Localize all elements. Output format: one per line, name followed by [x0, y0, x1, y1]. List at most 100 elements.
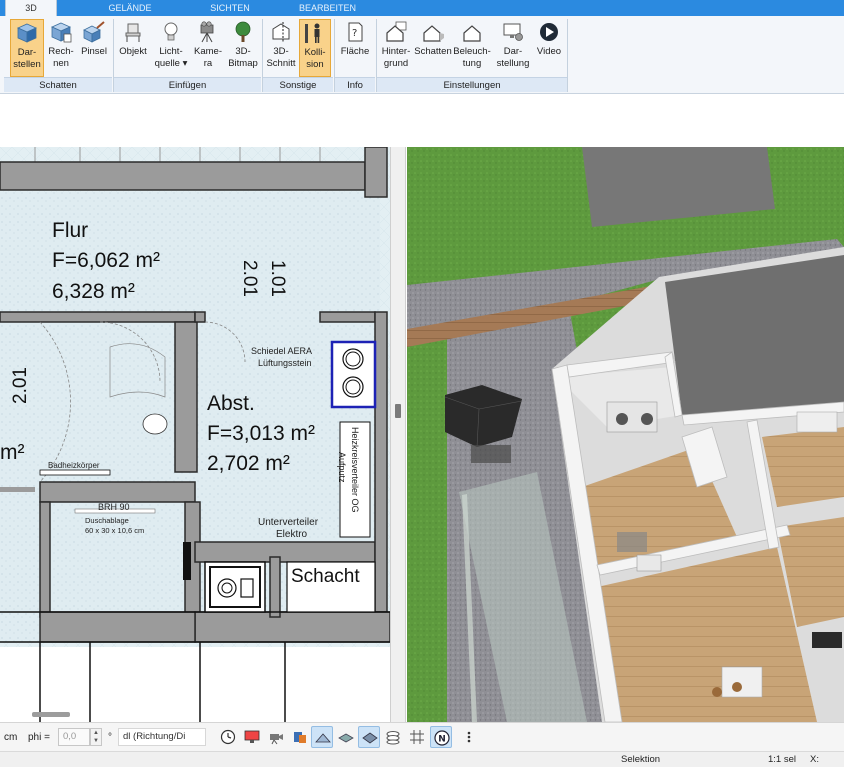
ribbon-tabbar: 3D GELÄNDE SICHTEN BEARBEITEN [0, 0, 844, 16]
schacht-label: Schacht [291, 566, 360, 587]
group-einfuegen-label: Einfügen [114, 77, 261, 92]
degree-label: ° [108, 732, 112, 743]
floorplan-drawing[interactable]: Flur F=6,062 m² 6,328 m² Abst. F=3,013 m… [0, 147, 390, 722]
tab-3d[interactable]: 3D [5, 0, 57, 16]
flaeche-button[interactable]: ? Fläche [338, 19, 372, 77]
group-schatten-label: Schatten [4, 77, 112, 92]
bottom-toolbar: cm phi = 0,0 ▲ ▼ ° dl (Richtung/Di N [0, 722, 844, 751]
phi-label: phi = [28, 732, 50, 743]
horizontal-scrollbar-thumb[interactable] [32, 712, 70, 717]
clock-button[interactable] [217, 726, 239, 748]
tab-sichten[interactable]: SICHTEN [195, 0, 265, 16]
view-splitter[interactable] [390, 147, 406, 722]
lichtquelle-label: Licht- quelle ▾ [154, 46, 188, 69]
hintergrund-button[interactable]: Hinter- grund [379, 19, 413, 77]
room-abst-name: Abst. [207, 392, 255, 415]
status-bar: Selektion 1:1 sel X: [0, 751, 844, 767]
3d-bitmap-button[interactable]: 3D- Bitmap [226, 19, 260, 77]
vent-label-2: Lüftungsstein [258, 358, 312, 368]
floorplan-view[interactable]: Flur F=6,062 m² 6,328 m² Abst. F=3,013 m… [0, 147, 390, 722]
monitor-button[interactable] [241, 726, 263, 748]
camera-icon [270, 734, 283, 745]
rechnen-button[interactable]: Rech- nen [46, 19, 76, 77]
status-selection: 1:1 sel [768, 754, 796, 765]
shelf-dims-label: 60 x 30 x 10,6 cm [85, 526, 144, 535]
dimension-label: 2.01 [10, 367, 31, 404]
kollision-button[interactable]: Kolli- sion [299, 19, 331, 77]
pinsel-label: Pinsel [81, 46, 107, 57]
3d-view[interactable] [407, 147, 844, 722]
clock-icon [220, 729, 236, 745]
stack-button[interactable] [382, 726, 404, 748]
north-icon: N [434, 730, 450, 746]
room-fragment-m2: m² [0, 441, 25, 464]
phi-spinner[interactable]: ▲ ▼ [90, 728, 102, 746]
direction-combo[interactable]: dl (Richtung/Di [118, 728, 206, 746]
svg-text:N: N [438, 735, 446, 745]
lightbulb-icon [164, 22, 178, 41]
beleuchtung-button[interactable]: Beleuch- tung [453, 19, 491, 77]
darstellung-button[interactable]: Dar- stellung [494, 19, 532, 77]
north-button[interactable]: N [430, 726, 452, 748]
3d-schnitt-button[interactable]: 3D- Schnitt [265, 19, 297, 77]
group-einstellungen-label: Einstellungen [377, 77, 567, 92]
section-cut-icon [272, 22, 290, 42]
video-button[interactable]: Video [533, 19, 565, 77]
darstellen-button[interactable]: Dar- stellen [10, 19, 44, 77]
phi-input[interactable]: 0,0 [58, 728, 90, 746]
svg-text:?: ? [352, 28, 357, 39]
cube-shade-icon [17, 23, 37, 43]
room-flur-area2: 6,328 m² [52, 280, 135, 303]
splitter-grip-icon[interactable] [395, 404, 401, 418]
tree-icon [235, 21, 251, 42]
more-icon [467, 731, 471, 743]
cube-calc-icon [51, 22, 72, 43]
house-lighting-icon [463, 25, 481, 42]
radiator-label: Badheizkörper [48, 461, 100, 470]
group-separator [567, 19, 568, 92]
paint-button[interactable] [289, 726, 311, 748]
aufputz-label: Aufputz [337, 452, 347, 483]
room-abst-area: F=3,013 m² [207, 422, 315, 445]
room-flur-area: F=6,062 m² [52, 249, 160, 272]
dimension-label: 1.01 [267, 260, 288, 297]
stack-icon [386, 731, 400, 745]
monitor-settings-icon [503, 23, 523, 41]
layer-icon [362, 732, 378, 744]
tab-bearbeiten[interactable]: BEARBEITEN [285, 0, 370, 16]
beleuchtung-label: Beleuch- tung [453, 46, 491, 69]
paint-icon [294, 732, 306, 743]
3d-bitmap-label: 3D- Bitmap [228, 46, 258, 69]
video-label: Video [536, 46, 562, 57]
monitor-icon [244, 730, 260, 743]
unterverteiler-label: Unterverteiler [258, 517, 319, 528]
kamera-button[interactable]: Kame- ra [192, 19, 224, 77]
status-mode: Selektion [621, 754, 661, 765]
rechnen-label: Rech- nen [48, 46, 74, 69]
cube-brush-icon [83, 21, 105, 43]
more-button[interactable] [458, 726, 480, 748]
schatten-button[interactable]: Schatten [414, 19, 452, 77]
shelf-label: Duschablage [85, 516, 129, 525]
grid-button[interactable] [406, 726, 428, 748]
camera-icon [200, 21, 214, 43]
3d-schnitt-label: 3D- Schnitt [266, 46, 296, 69]
tab-gelaende[interactable]: GELÄNDE [90, 0, 170, 16]
3d-scene[interactable] [407, 147, 844, 722]
plane-view-button[interactable] [311, 726, 333, 748]
kollision-label: Kolli- sion [304, 47, 326, 70]
texture-button[interactable] [335, 726, 357, 748]
house-background-icon [386, 21, 407, 42]
schatten-label: Schatten [414, 46, 452, 57]
darstellung-label: Dar- stellung [496, 46, 530, 69]
objekt-button[interactable]: Objekt [117, 19, 149, 77]
pinsel-button[interactable]: Pinsel [78, 19, 110, 77]
layer-button[interactable] [358, 726, 380, 748]
lichtquelle-button[interactable]: Licht- quelle ▾ [152, 19, 190, 77]
brh-label: BRH 90 [98, 502, 130, 512]
chair-icon [125, 23, 141, 42]
plane-view-icon [315, 733, 331, 743]
unit-label: cm [4, 732, 18, 743]
camera-button[interactable] [265, 726, 287, 748]
vent-label: Schiedel AERA [251, 346, 312, 356]
